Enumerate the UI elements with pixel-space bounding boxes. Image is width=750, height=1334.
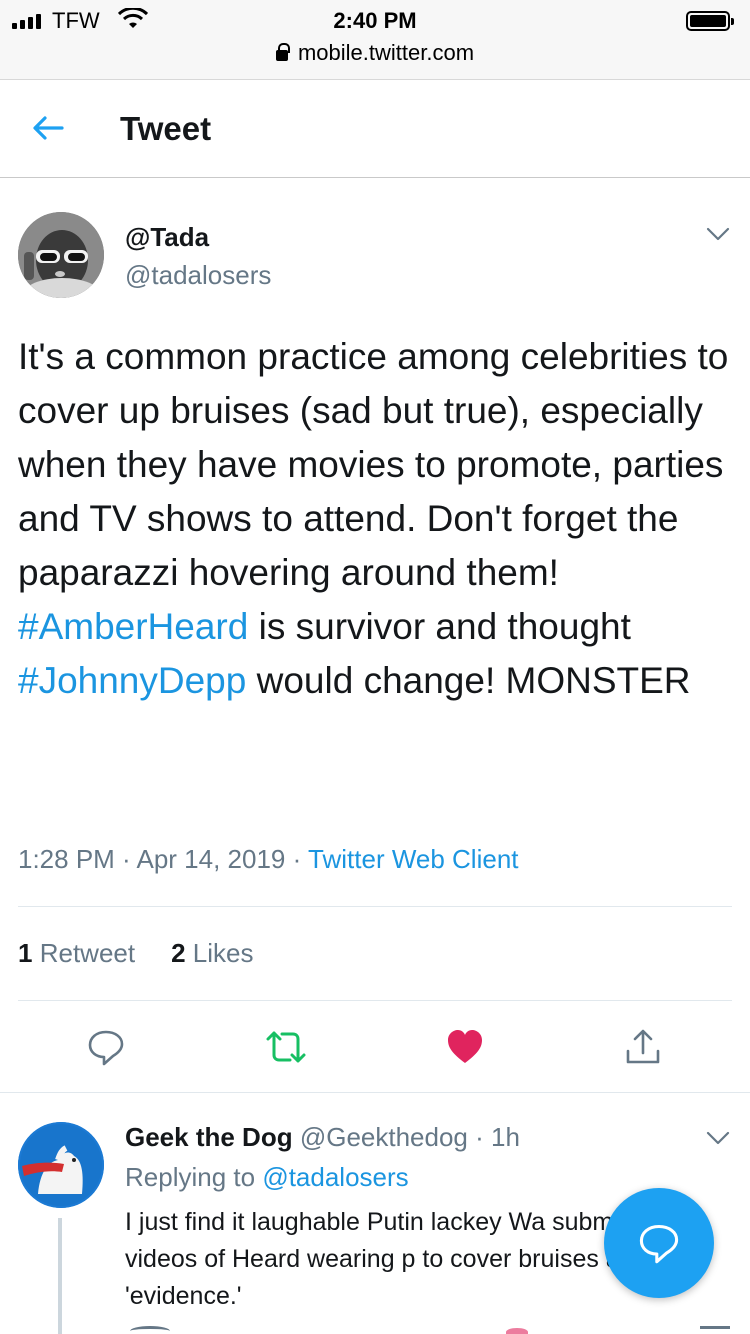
reply-age: 1h [491,1122,520,1152]
tweet-text-part: would change! MONSTER [246,660,691,701]
retweet-icon [266,1031,306,1063]
chevron-down-icon[interactable] [706,226,730,242]
likes-stat[interactable]: 2 Likes [171,938,253,969]
reply-author-name[interactable]: Geek the Dog [125,1122,293,1152]
likes-label: Likes [192,938,254,968]
avatar-photo [18,212,104,298]
retweet-label: Retweet [39,938,136,968]
tweet-time: 1:28 PM [18,844,115,874]
tweet-stats: 1 Retweet 2 Likes [18,938,254,969]
share-button[interactable] [618,1022,668,1072]
like-count: 2 [171,938,186,968]
author-display-name[interactable]: @Tada [125,222,209,253]
next-share-icon-peek [700,1326,730,1334]
address-bar[interactable]: mobile.twitter.com [0,40,750,66]
retweet-stat[interactable]: 1 Retweet [18,938,135,969]
like-button[interactable] [440,1022,490,1072]
divider [0,1092,750,1093]
divider [18,906,732,907]
page-title: Tweet [120,110,212,147]
retweet-button[interactable] [261,1022,311,1072]
replying-to-line: Replying to @tadalosers [125,1162,409,1193]
tweet-text-part: is survivor and thought [248,606,631,647]
page-header: Tweet [0,80,750,178]
author-avatar[interactable] [18,212,104,298]
reply-icon [88,1030,124,1066]
compose-reply-button[interactable] [604,1188,714,1298]
tweet-metadata: 1:28 PM · Apr 14, 2019 · Twitter Web Cli… [18,844,519,874]
reply-button[interactable] [81,1022,131,1072]
chevron-down-icon[interactable] [706,1130,730,1146]
status-time: 2:40 PM [333,8,417,33]
divider [18,1000,732,1001]
reply-author-handle[interactable]: @Geekthedog [300,1122,468,1152]
retweet-count: 1 [18,938,33,968]
reply-header: Geek the Dog @Geekthedog · 1h [125,1122,520,1152]
replying-to-handle[interactable]: @tadalosers [262,1162,408,1192]
tweet-body: It's a common practice among celebrities… [18,330,732,708]
back-arrow-icon[interactable] [28,108,68,148]
replying-label: Replying to [125,1162,256,1192]
reply-author-avatar[interactable] [18,1122,104,1208]
hashtag-link[interactable]: #JohnnyDepp [18,660,246,701]
url-text: mobile.twitter.com [297,40,475,65]
thread-connector [58,1218,62,1334]
tweet-action-bar [0,1022,750,1072]
browser-status-bar: TFW 2:40 PM mobile.twitter.com [0,0,750,80]
hashtag-link[interactable]: #AmberHeard [18,606,248,647]
battery-icon [686,11,734,31]
tweet-text-part: It's a common practice among celebrities… [18,336,729,593]
share-icon [626,1029,660,1064]
tweet-client-link[interactable]: Twitter Web Client [308,844,518,874]
lock-icon [275,43,290,61]
next-reply-icon-peek [130,1326,170,1334]
compose-reply-icon [639,1224,679,1264]
tweet-date: Apr 14, 2019 [136,844,286,874]
author-handle[interactable]: @tadalosers [125,260,271,291]
next-like-icon-peek [506,1328,528,1334]
avatar-photo [18,1122,104,1208]
heart-icon [448,1030,482,1063]
